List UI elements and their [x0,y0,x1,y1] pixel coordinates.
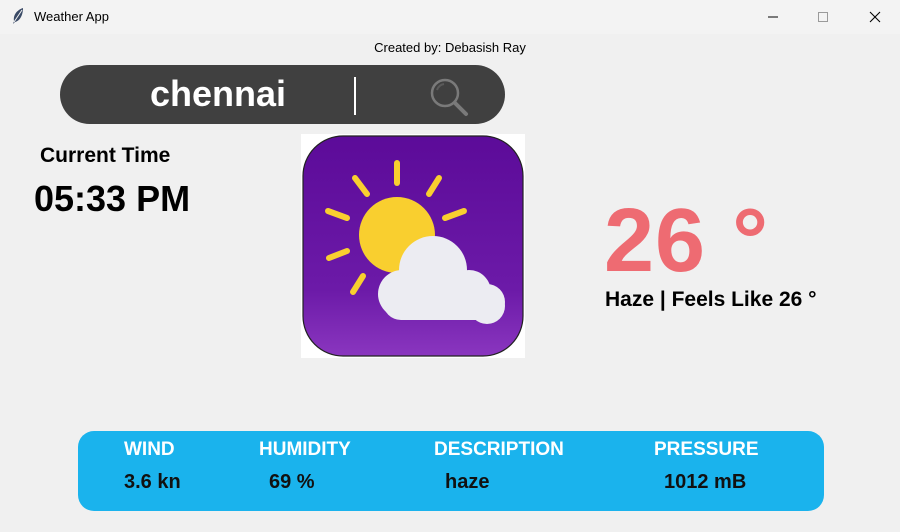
weather-details-bar: WIND 3.6 kn HUMIDITY 69 % DESCRIPTION ha… [78,431,824,511]
humidity-value: 69 % [269,471,315,493]
humidity-label: HUMIDITY [259,439,351,460]
window-title: Weather App [34,9,109,24]
current-time-value: 05:33 PM [34,178,191,219]
city-search-input[interactable] [150,70,400,118]
minimize-icon [768,16,778,18]
pressure-value: 1012 mB [664,471,747,493]
title-bar: Weather App [0,0,900,34]
sun-cloud-icon [302,135,524,357]
maximize-button[interactable] [800,0,846,34]
temperature-value: 26 ° [604,191,770,291]
maximize-icon [818,12,828,22]
weather-logo [301,134,525,358]
search-button[interactable] [428,76,470,118]
credit-text: Created by: Debasish Ray [374,40,526,55]
condition-text: Haze | Feels Like 26 ° [605,288,817,311]
wind-label: WIND [124,439,175,460]
text-cursor [354,77,356,115]
search-icon [430,78,468,116]
minimize-button[interactable] [750,0,796,34]
close-icon [869,11,881,23]
pressure-label: PRESSURE [654,439,759,460]
current-time-label: Current Time [40,144,171,167]
close-button[interactable] [852,0,898,34]
wind-value: 3.6 kn [124,471,181,493]
search-bar [60,65,505,124]
description-value: haze [445,471,490,493]
feather-icon [10,7,26,25]
description-label: DESCRIPTION [434,439,564,460]
